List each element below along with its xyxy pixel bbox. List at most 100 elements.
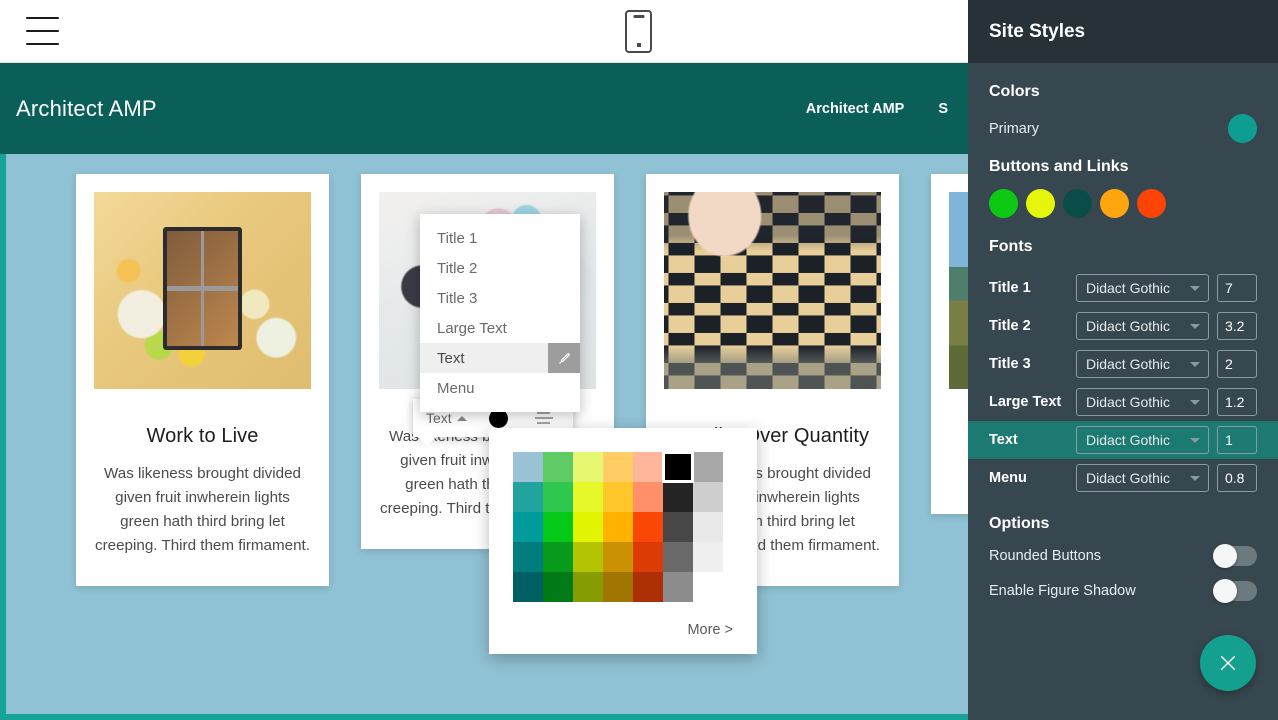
color-swatch[interactable] bbox=[603, 512, 633, 542]
color-picker-popover[interactable]: More > bbox=[489, 428, 757, 654]
color-swatch[interactable] bbox=[633, 452, 663, 482]
color-swatch[interactable] bbox=[663, 482, 693, 512]
colors-section-title: Colors bbox=[989, 83, 1040, 100]
link-color-swatch[interactable] bbox=[1026, 189, 1055, 218]
buttons-links-swatches[interactable] bbox=[989, 189, 1257, 218]
color-swatch[interactable] bbox=[573, 542, 603, 572]
site-styles-panel: Site Styles Colors Primary Buttons and L… bbox=[968, 0, 1278, 720]
color-swatch[interactable] bbox=[573, 452, 603, 482]
color-swatch[interactable] bbox=[513, 512, 543, 542]
font-row-label: Title 1 bbox=[989, 280, 1031, 296]
color-swatch[interactable] bbox=[693, 542, 723, 572]
style-option-text[interactable]: Text bbox=[420, 343, 580, 373]
hamburger-line bbox=[26, 43, 59, 45]
font-row-label: Menu bbox=[989, 470, 1027, 486]
color-swatch[interactable] bbox=[633, 512, 663, 542]
font-family-select[interactable]: Didact Gothic bbox=[1076, 274, 1209, 302]
chevron-down-icon bbox=[1190, 476, 1200, 481]
color-swatch[interactable] bbox=[663, 572, 693, 602]
font-size-input[interactable]: 1 bbox=[1217, 426, 1257, 454]
figure-shadow-toggle[interactable] bbox=[1213, 579, 1257, 603]
font-rows: Title 1 Didact Gothic 7 Title 2 Didact Gothi… bbox=[968, 269, 1278, 497]
card-item[interactable]: Wo g bbox=[931, 174, 968, 514]
nav-link-s[interactable]: S bbox=[938, 101, 948, 117]
color-swatch[interactable] bbox=[693, 572, 723, 602]
color-swatch[interactable] bbox=[543, 572, 573, 602]
style-option-title-1[interactable]: Title 1 bbox=[420, 223, 580, 253]
paintbrush-icon[interactable] bbox=[548, 343, 580, 373]
close-panel-button[interactable] bbox=[1200, 635, 1256, 691]
style-option-title-2[interactable]: Title 2 bbox=[420, 253, 580, 283]
color-swatch[interactable] bbox=[663, 452, 693, 482]
link-color-swatch[interactable] bbox=[1100, 189, 1129, 218]
style-option-large-text[interactable]: Large Text bbox=[420, 313, 580, 343]
link-color-swatch[interactable] bbox=[1063, 189, 1092, 218]
style-selector-label: Text bbox=[426, 410, 452, 426]
font-family-value: Didact Gothic bbox=[1086, 470, 1171, 486]
link-color-swatch[interactable] bbox=[989, 189, 1018, 218]
color-swatch[interactable] bbox=[603, 482, 633, 512]
color-swatch[interactable] bbox=[573, 572, 603, 602]
font-row-menu: Menu Didact Gothic 0.8 bbox=[968, 459, 1278, 497]
style-option-label: Title 2 bbox=[437, 259, 478, 277]
font-family-select[interactable]: Didact Gothic bbox=[1076, 388, 1209, 416]
font-family-select[interactable]: Didact Gothic bbox=[1076, 426, 1209, 454]
close-icon bbox=[1220, 655, 1236, 671]
style-option-label: Large Text bbox=[437, 319, 507, 337]
rounded-buttons-label: Rounded Buttons bbox=[989, 548, 1102, 564]
mobile-preview-icon[interactable] bbox=[625, 10, 652, 53]
font-family-value: Didact Gothic bbox=[1086, 394, 1171, 410]
primary-color-swatch[interactable] bbox=[1228, 114, 1257, 143]
color-swatch[interactable] bbox=[573, 482, 603, 512]
color-swatch[interactable] bbox=[693, 452, 723, 482]
style-option-label: Text bbox=[437, 349, 465, 367]
figure-shadow-row: Enable Figure Shadow bbox=[989, 579, 1257, 603]
font-family-select[interactable]: Didact Gothic bbox=[1076, 464, 1209, 492]
font-size-input[interactable]: 0.8 bbox=[1217, 464, 1257, 492]
panel-body: Colors Primary Buttons and Links Fonts T… bbox=[968, 63, 1278, 603]
color-swatch[interactable] bbox=[693, 482, 723, 512]
font-size-input[interactable]: 2 bbox=[1217, 350, 1257, 378]
site-navbar: Architect AMP Architect AMP S bbox=[0, 63, 968, 154]
align-line bbox=[537, 412, 551, 414]
card-title: Wo bbox=[949, 425, 968, 448]
color-swatch[interactable] bbox=[633, 482, 663, 512]
nav-link-architect-amp[interactable]: Architect AMP bbox=[806, 101, 905, 117]
color-swatch[interactable] bbox=[543, 452, 573, 482]
color-swatch[interactable] bbox=[513, 572, 543, 602]
style-option-title-3[interactable]: Title 3 bbox=[420, 283, 580, 313]
style-option-menu[interactable]: Menu bbox=[420, 373, 580, 403]
color-swatch[interactable] bbox=[663, 542, 693, 572]
card-item[interactable]: Work to Live Was likeness brought divide… bbox=[76, 174, 329, 586]
color-swatch[interactable] bbox=[633, 572, 663, 602]
color-swatch[interactable] bbox=[603, 452, 633, 482]
color-swatch[interactable] bbox=[633, 542, 663, 572]
link-color-swatch[interactable] bbox=[1137, 189, 1166, 218]
primary-color-row: Primary bbox=[989, 114, 1257, 143]
color-swatch-grid[interactable] bbox=[513, 452, 723, 602]
color-swatch[interactable] bbox=[603, 572, 633, 602]
color-swatch[interactable] bbox=[663, 512, 693, 542]
color-swatch[interactable] bbox=[513, 452, 543, 482]
panel-header: Site Styles bbox=[968, 0, 1278, 63]
hamburger-menu-icon[interactable] bbox=[26, 17, 59, 45]
font-family-select[interactable]: Didact Gothic bbox=[1076, 312, 1209, 340]
color-swatch[interactable] bbox=[573, 512, 603, 542]
style-option-label: Menu bbox=[437, 379, 475, 397]
color-swatch[interactable] bbox=[513, 542, 543, 572]
rounded-buttons-toggle[interactable] bbox=[1213, 544, 1257, 568]
color-swatch[interactable] bbox=[513, 482, 543, 512]
color-swatch[interactable] bbox=[543, 542, 573, 572]
text-style-dropdown[interactable]: Title 1 Title 2 Title 3 Large Text Text … bbox=[420, 214, 580, 412]
font-size-input[interactable]: 3.2 bbox=[1217, 312, 1257, 340]
font-row-label: Text bbox=[989, 432, 1018, 448]
font-size-input[interactable]: 7 bbox=[1217, 274, 1257, 302]
color-swatch[interactable] bbox=[603, 542, 633, 572]
more-colors-link[interactable]: More > bbox=[687, 622, 733, 638]
style-option-label: Title 1 bbox=[437, 229, 478, 247]
font-family-select[interactable]: Didact Gothic bbox=[1076, 350, 1209, 378]
color-swatch[interactable] bbox=[693, 512, 723, 542]
color-swatch[interactable] bbox=[543, 482, 573, 512]
font-size-input[interactable]: 1.2 bbox=[1217, 388, 1257, 416]
color-swatch[interactable] bbox=[543, 512, 573, 542]
